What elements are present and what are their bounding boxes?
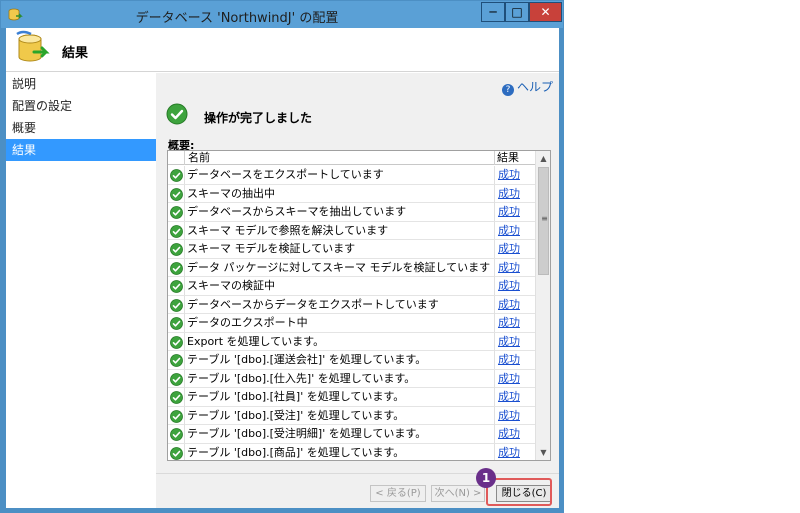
row-result-link[interactable]: 成功 — [494, 314, 536, 332]
row-result-link[interactable]: 成功 — [494, 351, 536, 369]
window-title: データベース 'NorthwindJ' の配置 — [135, 11, 339, 26]
row-operation-name: テーブル '[dbo].[運送会社]' を処理しています。 — [184, 351, 494, 369]
success-check-icon — [170, 206, 183, 219]
row-operation-name: テーブル '[dbo].[社員]' を処理しています。 — [184, 388, 494, 406]
deploy-database-window: データベース 'NorthwindJ' の配置 ─ □ ✕ 結果 説明 配置の設… — [0, 0, 564, 513]
results-panel: ? ヘルプ 操作が完了しました 概要: 名前 結果 データベースをエクスポートして… — [156, 73, 559, 473]
success-check-icon — [170, 409, 183, 423]
success-check-icon — [170, 391, 183, 404]
table-row[interactable]: スキーマ モデルを検証しています 成功 — [168, 240, 536, 259]
row-operation-name: スキーマ モデルを検証しています — [184, 240, 494, 258]
row-result-link[interactable]: 成功 — [494, 406, 536, 425]
row-operation-name: データのエクスポート中 — [184, 314, 494, 332]
table-row[interactable]: テーブル '[dbo].[社員]' を処理しています。 成功 — [168, 388, 536, 407]
table-row[interactable]: データ パッケージに対してスキーマ モデルを検証しています 成功 — [168, 258, 536, 277]
table-row[interactable]: スキーマの検証中 成功 — [168, 277, 536, 296]
grid-header: 名前 結果 — [168, 151, 536, 165]
back-button[interactable]: < 戻る(P) — [370, 485, 426, 502]
help-link[interactable]: ? ヘルプ — [501, 78, 553, 96]
success-check-icon — [170, 372, 183, 386]
title-bar[interactable]: データベース 'NorthwindJ' の配置 ─ □ ✕ — [1, 1, 563, 28]
row-operation-name: テーブル '[dbo].[仕入先]' を処理しています。 — [184, 369, 494, 388]
row-result-link[interactable]: 成功 — [494, 240, 536, 258]
success-check-icon — [170, 446, 183, 460]
row-result-link[interactable]: 成功 — [494, 221, 536, 240]
success-check-icon — [170, 243, 183, 256]
status-text: 操作が完了しました — [204, 111, 313, 125]
sidebar-item-deploy-settings[interactable]: 配置の設定 — [6, 95, 156, 117]
column-header-name[interactable]: 名前 — [184, 151, 494, 165]
success-check-icon — [170, 335, 183, 349]
success-check-icon — [170, 354, 183, 367]
row-result-link[interactable]: 成功 — [494, 443, 536, 460]
help-icon: ? — [501, 84, 514, 96]
next-button[interactable]: 次へ(N) > — [431, 485, 485, 502]
row-operation-name: データ パッケージに対してスキーマ モデルを検証しています — [184, 258, 494, 277]
table-row[interactable]: スキーマの抽出中 成功 — [168, 184, 536, 203]
table-row[interactable]: テーブル '[dbo].[仕入先]' を処理しています。 成功 — [168, 369, 536, 388]
row-result-link[interactable]: 成功 — [494, 295, 536, 314]
sidebar-item-description[interactable]: 説明 — [6, 73, 156, 95]
success-check-icon — [170, 298, 183, 312]
success-check-icon — [170, 224, 183, 238]
page-header: 結果 — [6, 28, 559, 72]
sidebar-item-summary[interactable]: 概要 — [6, 117, 156, 139]
table-row[interactable]: テーブル '[dbo].[商品]' を処理しています。 成功 — [168, 443, 536, 460]
row-result-link[interactable]: 成功 — [494, 425, 536, 443]
sidebar-item-results[interactable]: 結果 — [6, 139, 156, 161]
table-row[interactable]: データベースからデータをエクスポートしています 成功 — [168, 295, 536, 314]
row-result-link[interactable]: 成功 — [494, 332, 536, 351]
success-check-icon — [170, 187, 183, 201]
row-operation-name: テーブル '[dbo].[受注明細]' を処理しています。 — [184, 425, 494, 443]
scroll-thumb[interactable]: ≡ — [538, 167, 549, 275]
database-export-icon — [16, 30, 50, 62]
success-check-icon — [166, 103, 188, 125]
results-grid[interactable]: 名前 結果 データベースをエクスポートしています 成功 スキーマの抽出中 成功 データベ… — [167, 150, 551, 461]
table-row[interactable]: テーブル '[dbo].[受注明細]' を処理しています。 成功 — [168, 425, 536, 444]
vertical-scrollbar[interactable]: ▲ ≡ ▼ — [535, 151, 550, 460]
row-operation-name: データベースからスキーマを抽出しています — [184, 203, 494, 221]
success-check-icon — [170, 317, 183, 330]
grip-icon: ≡ — [541, 214, 548, 223]
page-title: 結果 — [62, 46, 89, 61]
table-row[interactable]: データベースからスキーマを抽出しています 成功 — [168, 203, 536, 222]
row-operation-name: スキーマの検証中 — [184, 277, 494, 295]
dialog-client-area: 結果 説明 配置の設定 概要 結果 ? ヘルプ 操作が完了しました 概要: 名前 … — [6, 28, 559, 508]
minimize-button[interactable]: ─ — [481, 2, 505, 22]
row-operation-name: スキーマの抽出中 — [184, 184, 494, 203]
grid-rows: データベースをエクスポートしています 成功 スキーマの抽出中 成功 データベースからスキ… — [168, 166, 536, 460]
close-window-button[interactable]: ✕ — [529, 2, 562, 22]
step-callout-badge: 1 — [476, 468, 496, 488]
scroll-down-arrow-icon[interactable]: ▼ — [536, 445, 550, 460]
success-check-icon — [170, 169, 183, 182]
scroll-up-arrow-icon[interactable]: ▲ — [536, 151, 550, 166]
close-button-highlight — [486, 478, 552, 506]
maximize-button[interactable]: □ — [505, 2, 529, 22]
column-header-result[interactable]: 結果 — [494, 151, 536, 165]
row-operation-name: スキーマ モデルで参照を解決しています — [184, 221, 494, 240]
table-row[interactable]: データのエクスポート中 成功 — [168, 314, 536, 333]
help-label: ヘルプ — [516, 80, 553, 94]
row-result-link[interactable]: 成功 — [494, 184, 536, 203]
row-operation-name: Export を処理しています。 — [184, 332, 494, 351]
row-result-link[interactable]: 成功 — [494, 203, 536, 221]
table-row[interactable]: Export を処理しています。 成功 — [168, 332, 536, 351]
row-operation-name: テーブル '[dbo].[受注]' を処理しています。 — [184, 406, 494, 425]
table-row[interactable]: データベースをエクスポートしています 成功 — [168, 166, 536, 185]
row-result-link[interactable]: 成功 — [494, 277, 536, 295]
table-row[interactable]: テーブル '[dbo].[運送会社]' を処理しています。 成功 — [168, 351, 536, 370]
row-operation-name: テーブル '[dbo].[商品]' を処理しています。 — [184, 443, 494, 460]
success-check-icon — [170, 428, 183, 441]
row-result-link[interactable]: 成功 — [494, 258, 536, 277]
table-row[interactable]: テーブル '[dbo].[受注]' を処理しています。 成功 — [168, 406, 536, 425]
wizard-sidebar: 説明 配置の設定 概要 結果 — [6, 73, 156, 508]
row-result-link[interactable]: 成功 — [494, 166, 536, 184]
success-check-icon — [170, 280, 183, 293]
row-result-link[interactable]: 成功 — [494, 388, 536, 406]
row-operation-name: データベースをエクスポートしています — [184, 166, 494, 184]
row-operation-name: データベースからデータをエクスポートしています — [184, 295, 494, 314]
row-result-link[interactable]: 成功 — [494, 369, 536, 388]
success-check-icon — [170, 261, 183, 275]
table-row[interactable]: スキーマ モデルで参照を解決しています 成功 — [168, 221, 536, 240]
